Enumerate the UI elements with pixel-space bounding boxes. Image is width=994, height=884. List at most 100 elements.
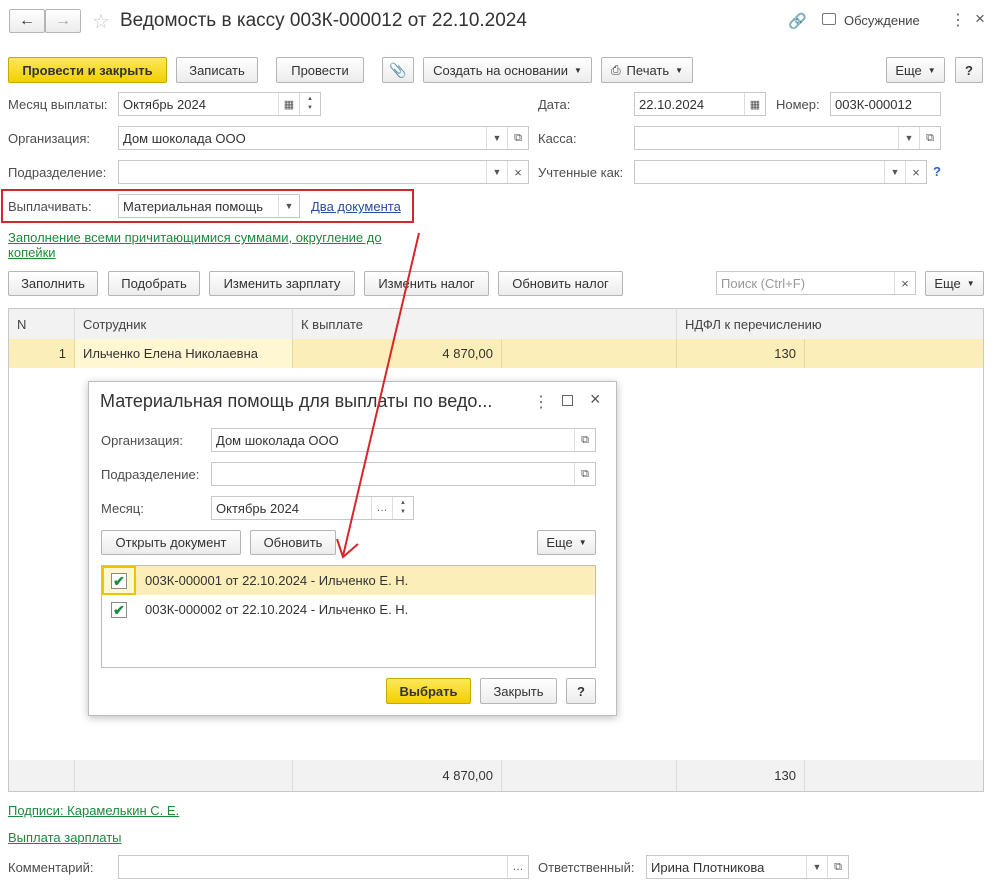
list-item[interactable]: ✔ 003К-000001 от 22.10.2024 - Ильченко Е… [102,566,595,595]
cell-amount-extra [502,339,677,368]
clear-button[interactable]: × [507,161,528,183]
dialog-more-icon[interactable]: ⋮ [533,392,549,412]
footer-rest [805,760,983,791]
up-icon: ▲ [307,96,313,102]
fill-settings-link[interactable]: Заполнение всеми причитающимися суммами,… [8,230,408,260]
dialog-more-button[interactable]: Еще ▼ [537,530,596,555]
print-button[interactable]: ⎙ Печать ▼ [601,57,693,83]
dropdown-button[interactable]: ▼ [486,161,507,183]
checkbox-checked[interactable]: ✔ [111,572,127,589]
pick-button[interactable]: Подобрать [108,271,200,296]
help-question-link[interactable]: ? [933,164,941,179]
responsible-field[interactable]: Ирина Плотникова ▼ ⧉ [646,855,849,879]
discussion-icon[interactable] [822,13,836,25]
create-based-button[interactable]: Создать на основании ▼ [423,57,592,83]
calendar-button[interactable]: ▦ [278,93,299,115]
dropdown-button[interactable]: ▼ [278,195,299,217]
discussion-link[interactable]: Обсуждение [844,13,920,28]
change-salary-button[interactable]: Изменить зарплату [209,271,355,296]
more-button[interactable]: Еще ▼ [886,57,945,83]
column-header-tax[interactable]: НДФЛ к перечислению [677,309,983,339]
ellipsis-button[interactable]: … [371,497,392,519]
division-label: Подразделение: [8,165,107,180]
division-field[interactable]: ▼ × [118,160,529,184]
more-vertical-icon[interactable]: ⋮ [950,10,966,30]
more-label: Еще [895,62,922,78]
dialog-help-button[interactable]: ? [566,678,596,704]
dropdown-button[interactable]: ▼ [884,161,905,183]
save-button[interactable]: Записать [176,57,258,83]
more-label: Еще [546,535,573,550]
comment-field[interactable]: … [118,855,529,879]
calendar-icon: ▦ [749,98,761,111]
fill-button[interactable]: Заполнить [8,271,98,296]
down-icon: ▼ [400,509,406,515]
dialog-division-label: Подразделение: [101,467,200,482]
dropdown-button[interactable]: ▼ [806,856,827,878]
accounted-field[interactable]: ▼ × [634,160,927,184]
date-field[interactable]: 22.10.2024 ▦ [634,92,766,116]
column-header-n[interactable]: N [9,309,75,339]
dialog-month-field[interactable]: Октябрь 2024 … ▲ ▼ [211,496,414,520]
refresh-button[interactable]: Обновить [250,530,336,555]
calendar-icon: ▦ [283,98,295,111]
open-button[interactable]: ⧉ [919,127,940,149]
caret-down-icon: ▼ [675,65,684,75]
post-button[interactable]: Провести [276,57,364,83]
back-button[interactable]: ← [9,9,45,33]
post-and-close-button[interactable]: Провести и закрыть [8,57,167,83]
caret-down-icon: ▼ [492,133,502,143]
dropdown-button[interactable]: ▼ [898,127,919,149]
open-button[interactable]: ⧉ [827,856,848,878]
open-button[interactable]: ⧉ [574,429,595,451]
forward-button[interactable]: → [45,9,81,33]
maximize-icon[interactable] [562,395,573,406]
signatures-link[interactable]: Подписи: Карамелькин С. Е. [8,803,179,818]
salary-payment-link[interactable]: Выплата зарплаты [8,830,122,845]
number-field[interactable]: 003К-000012 [830,92,941,116]
kassa-label: Касса: [538,131,577,146]
search-input[interactable]: Поиск (Ctrl+F) × [716,271,916,295]
two-documents-link[interactable]: Два документа [311,199,401,214]
checkbox-checked[interactable]: ✔ [111,601,127,618]
month-stepper[interactable]: ▲ ▼ [299,93,320,115]
dialog-division-field[interactable]: ⧉ [211,462,596,486]
dialog-close-button[interactable]: Закрыть [480,678,557,704]
dialog-org-field[interactable]: Дом шоколада ООО ⧉ [211,428,596,452]
clear-search-button[interactable]: × [894,272,915,294]
org-field[interactable]: Дом шоколада ООО ▼ ⧉ [118,126,529,150]
open-document-button[interactable]: Открыть документ [101,530,241,555]
column-header-amount[interactable]: К выплате [293,309,677,339]
cell-employee: Ильченко Елена Николаевна [75,339,293,368]
close-icon[interactable]: × [975,9,985,29]
dropdown-button[interactable]: ▼ [486,127,507,149]
link-icon[interactable]: 🔗 [788,12,807,30]
list-item[interactable]: ✔ 003К-000002 от 22.10.2024 - Ильченко Е… [102,595,595,624]
open-button[interactable]: ⧉ [574,463,595,485]
select-button[interactable]: Выбрать [386,678,471,704]
attach-button[interactable]: 📎 [382,57,414,83]
month-stepper[interactable]: ▲ ▼ [392,497,413,519]
month-field[interactable]: Октябрь 2024 ▦ ▲ ▼ [118,92,321,116]
pay-kind-field[interactable]: Материальная помощь ▼ [118,194,300,218]
dialog-close-icon[interactable]: × [590,389,601,410]
ellipsis-button[interactable]: … [507,856,528,878]
open-button[interactable]: ⧉ [507,127,528,149]
update-tax-button[interactable]: Обновить налог [498,271,623,296]
caret-down-icon: ▼ [492,167,502,177]
help-button[interactable]: ? [955,57,983,83]
documents-list: ✔ 003К-000001 от 22.10.2024 - Ильченко Е… [101,565,596,668]
calendar-button[interactable]: ▦ [744,93,765,115]
kassa-field[interactable]: ▼ ⧉ [634,126,941,150]
table-more-button[interactable]: Еще ▼ [925,271,984,296]
favorite-star-icon[interactable]: ☆ [92,9,110,34]
search-placeholder: Поиск (Ctrl+F) [721,275,806,291]
column-header-employee[interactable]: Сотрудник [75,309,293,339]
cell-tax: 130 [677,339,805,368]
footer-amount-extra [502,760,677,791]
change-tax-button[interactable]: Изменить налог [364,271,489,296]
clear-button[interactable]: × [905,161,926,183]
caret-down-icon: ▼ [573,65,582,75]
open-form-icon: ⧉ [581,467,589,480]
more-label: Еще [934,276,961,291]
